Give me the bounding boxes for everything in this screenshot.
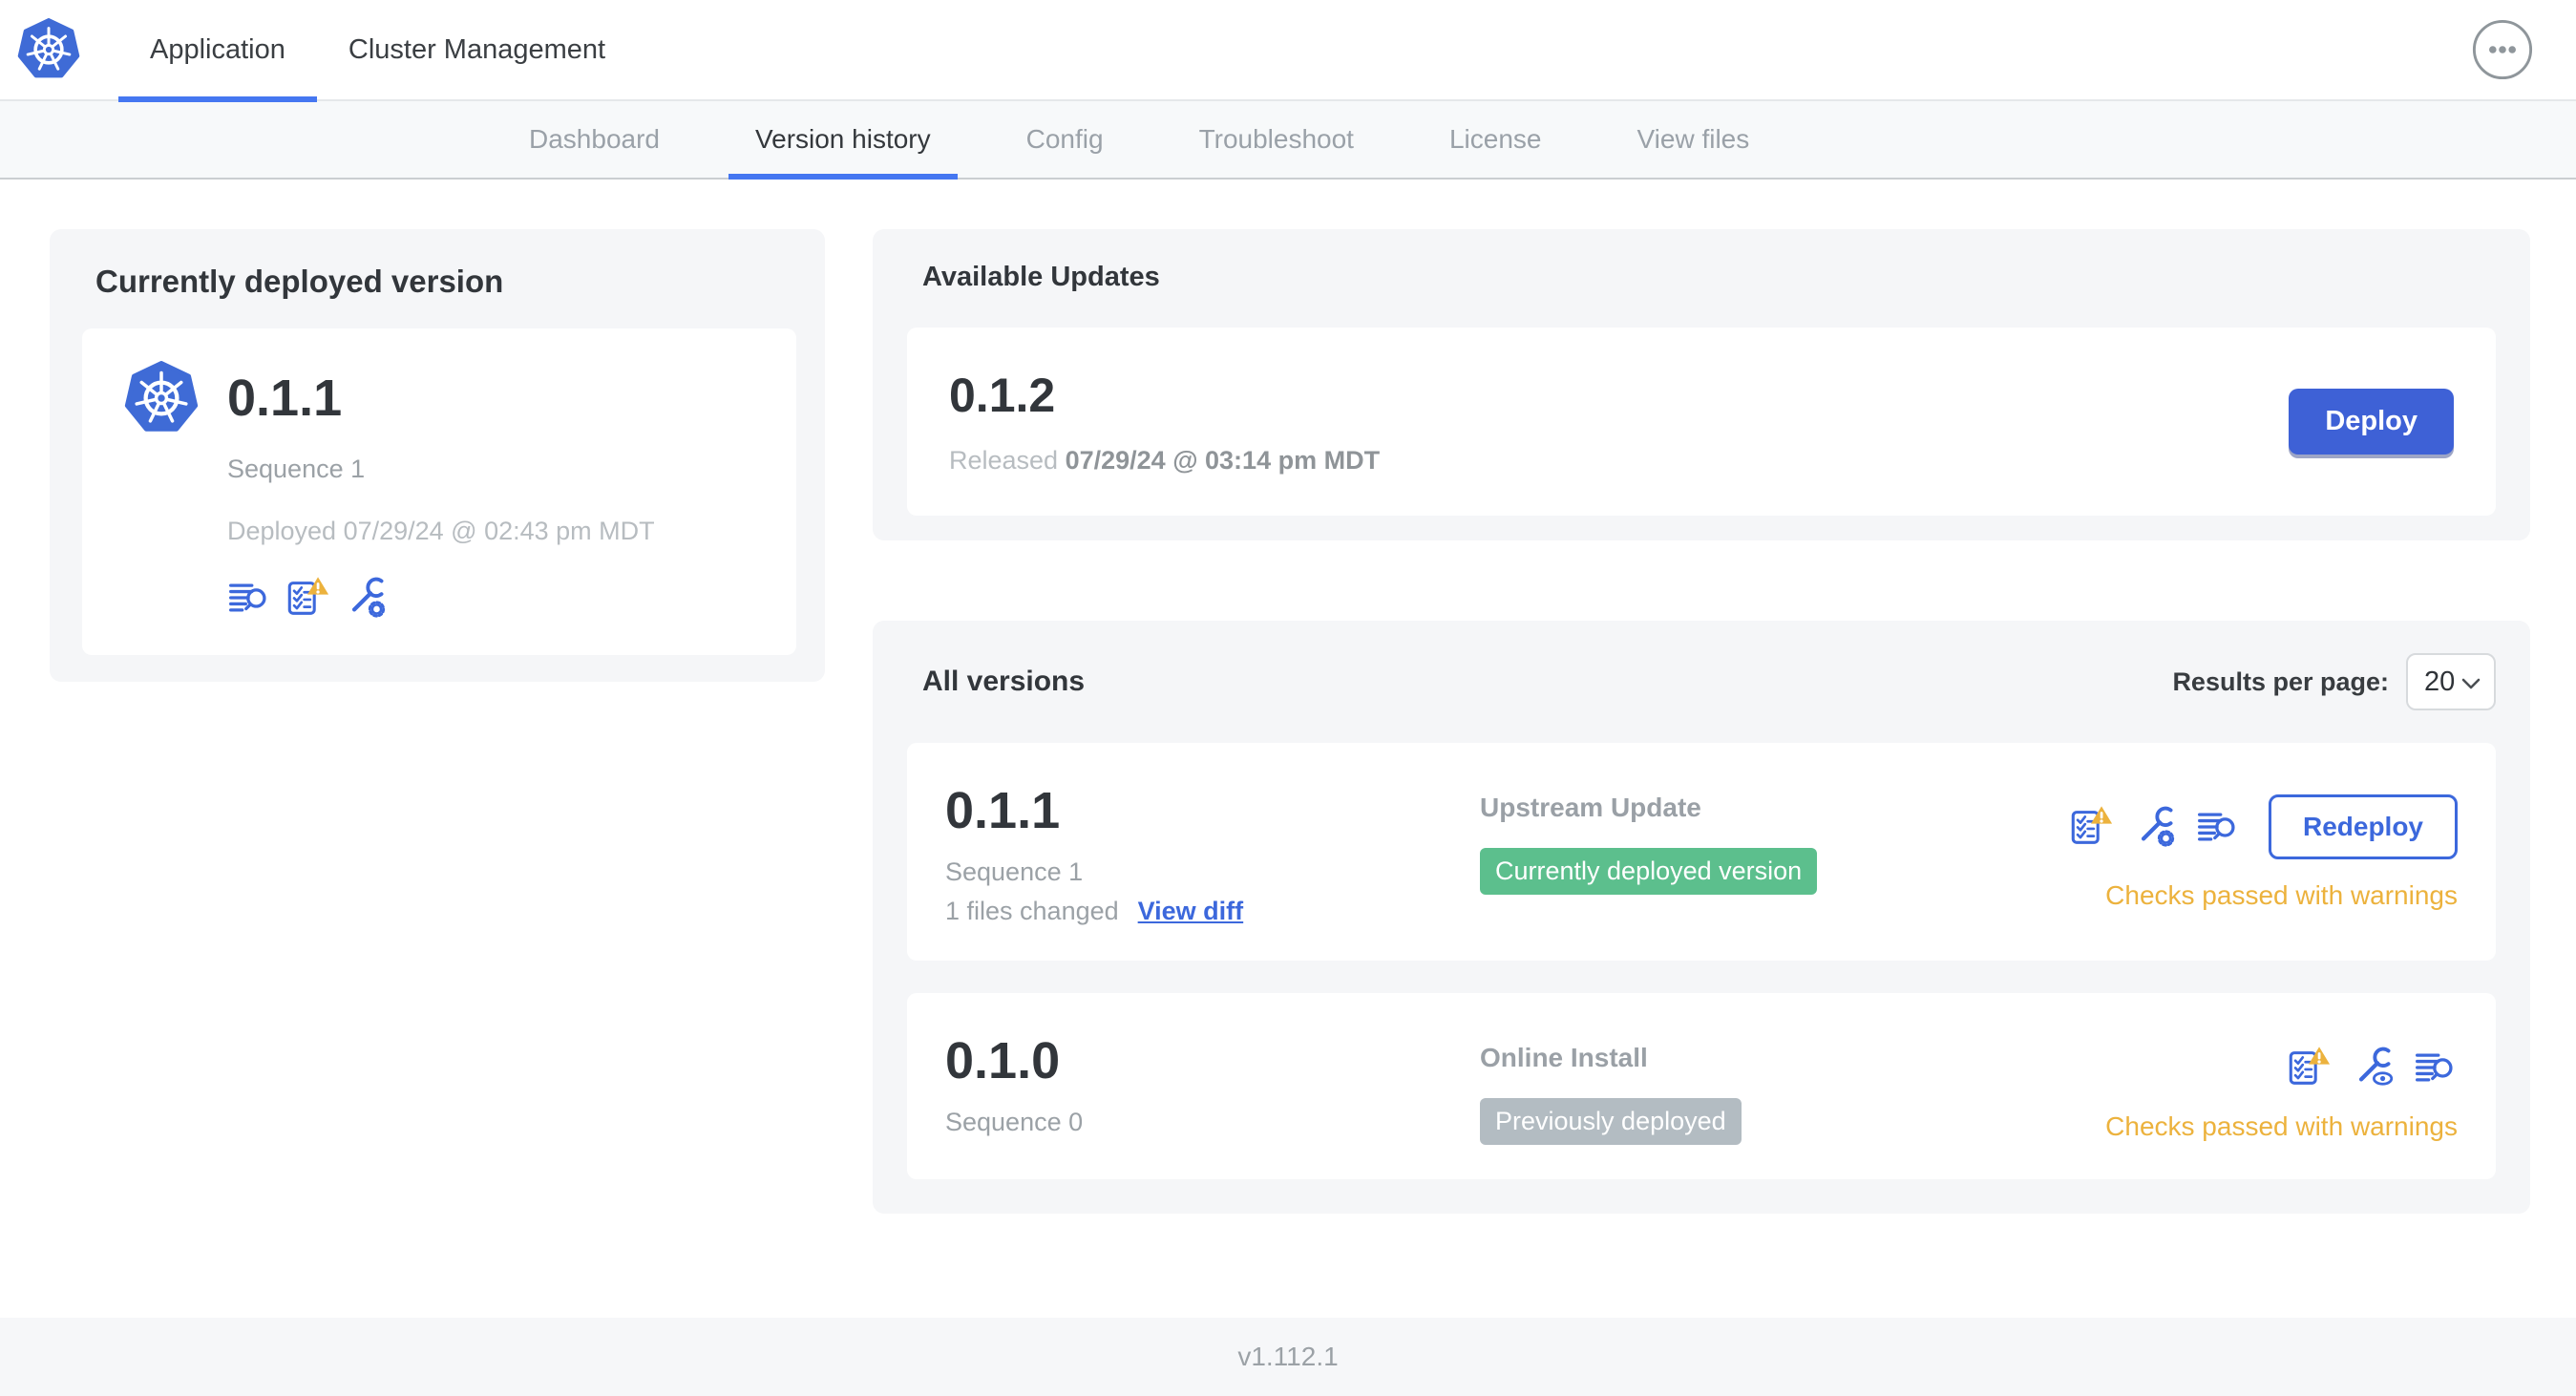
ellipsis-menu-button[interactable] <box>2471 18 2534 81</box>
tab-application[interactable]: Application <box>118 0 317 102</box>
tab-cluster-management-label: Cluster Management <box>348 33 606 65</box>
main-content: Currently deployed version 0.1.1 Sequenc… <box>0 180 2576 1214</box>
subnav-item-troubleshoot[interactable]: Troubleshoot <box>1197 101 1356 178</box>
deploy-button[interactable]: Deploy <box>2289 389 2454 455</box>
currently-deployed-title: Currently deployed version <box>95 264 504 299</box>
preflight-status-text: Checks passed with warnings <box>2105 1111 2458 1141</box>
released-timestamp: 07/29/24 @ 03:14 pm MDT <box>1065 446 1381 475</box>
view-diff-link[interactable]: View diff <box>1138 897 1244 926</box>
subnav-item-dashboard[interactable]: Dashboard <box>527 101 662 178</box>
update-released-line: Released 07/29/24 @ 03:14 pm MDT <box>949 446 1380 476</box>
subnav-label-view-files: View files <box>1636 124 1750 154</box>
deployed-version-card: 0.1.1 Sequence 1 Deployed 07/29/24 @ 02:… <box>82 328 796 655</box>
preflight-checks-warning-icon[interactable] <box>2068 804 2114 850</box>
preflight-checks-warning-icon[interactable] <box>2286 1045 2332 1090</box>
all-versions-title: All versions <box>922 666 1086 697</box>
edit-config-icon[interactable] <box>2133 805 2177 849</box>
top-nav: Application Cluster Management <box>0 0 2576 102</box>
results-per-page-select[interactable]: 20 <box>2406 653 2496 710</box>
version-row-0-1-1: 0.1.1 Sequence 1 1 files changed View di… <box>907 743 2496 961</box>
row-sequence: Sequence 0 <box>945 1108 1084 1136</box>
row-files-changed: 1 files changed <box>945 897 1119 925</box>
results-per-page-value: 20 <box>2424 666 2456 697</box>
row-source-label: Upstream Update <box>1480 793 1701 822</box>
preflight-status-text: Checks passed with warnings <box>2105 880 2458 910</box>
kubernetes-app-icon <box>124 361 199 435</box>
deployed-timestamp: Deployed 07/29/24 @ 02:43 pm MDT <box>227 517 655 545</box>
kubernetes-logo-icon <box>17 18 80 81</box>
deploy-logs-icon[interactable] <box>2196 805 2240 849</box>
results-per-page: Results per page: 20 <box>2172 653 2496 710</box>
subnav-item-config[interactable]: Config <box>1024 101 1106 178</box>
results-per-page-label: Results per page: <box>2172 666 2389 696</box>
previously-deployed-badge: Previously deployed <box>1480 1098 1742 1145</box>
subnav-item-view-files[interactable]: View files <box>1635 101 1751 178</box>
preflight-checks-warning-icon[interactable] <box>285 575 330 621</box>
view-config-icon[interactable] <box>2351 1046 2395 1089</box>
subnav-label-dashboard: Dashboard <box>529 124 660 154</box>
ellipsis-icon <box>2471 19 2534 84</box>
update-version-number: 0.1.2 <box>949 369 1056 422</box>
subnav-label-license: License <box>1448 124 1542 154</box>
row-sequence: Sequence 1 <box>945 857 1084 886</box>
console-version: v1.112.1 <box>1237 1342 1339 1371</box>
subnav-item-license[interactable]: License <box>1447 101 1544 178</box>
currently-deployed-badge: Currently deployed version <box>1480 848 1818 895</box>
currently-deployed-panel: Currently deployed version 0.1.1 Sequenc… <box>50 229 825 682</box>
tab-cluster-management[interactable]: Cluster Management <box>317 0 637 100</box>
version-row-0-1-0: 0.1.0 Sequence 0 Online Install Previous… <box>907 993 2496 1179</box>
row-version-number: 0.1.1 <box>945 782 1061 839</box>
row-version-number: 0.1.0 <box>945 1032 1061 1089</box>
deploy-logs-icon[interactable] <box>227 576 271 620</box>
deployed-sequence: Sequence 1 <box>227 455 366 483</box>
available-updates-panel: Available Updates 0.1.2 Released 07/29/2… <box>873 229 2530 540</box>
released-label: Released <box>949 446 1059 475</box>
subnav-item-version-history[interactable]: Version history <box>728 101 958 180</box>
deployed-version-number: 0.1.1 <box>227 370 343 427</box>
row-source-label: Online Install <box>1480 1043 1648 1072</box>
tab-application-label: Application <box>150 33 285 65</box>
footer: v1.112.1 <box>0 1318 2576 1396</box>
redeploy-button[interactable]: Redeploy <box>2268 794 2458 859</box>
subnav-label-version-history: Version history <box>754 124 931 154</box>
deploy-logs-icon[interactable] <box>2414 1046 2458 1089</box>
edit-config-icon[interactable] <box>344 576 388 620</box>
chevron-down-icon <box>2461 666 2481 698</box>
app-sub-nav: Dashboard Version history Config Trouble… <box>0 101 2576 180</box>
all-versions-panel: All versions Results per page: 20 0.1.1 … <box>873 621 2530 1214</box>
subnav-label-config: Config <box>1025 124 1104 154</box>
available-updates-title: Available Updates <box>922 262 1160 292</box>
right-column: Available Updates 0.1.2 Released 07/29/2… <box>873 229 2530 1214</box>
update-card: 0.1.2 Released 07/29/24 @ 03:14 pm MDT D… <box>907 328 2496 516</box>
subnav-label-troubleshoot: Troubleshoot <box>1198 124 1354 154</box>
